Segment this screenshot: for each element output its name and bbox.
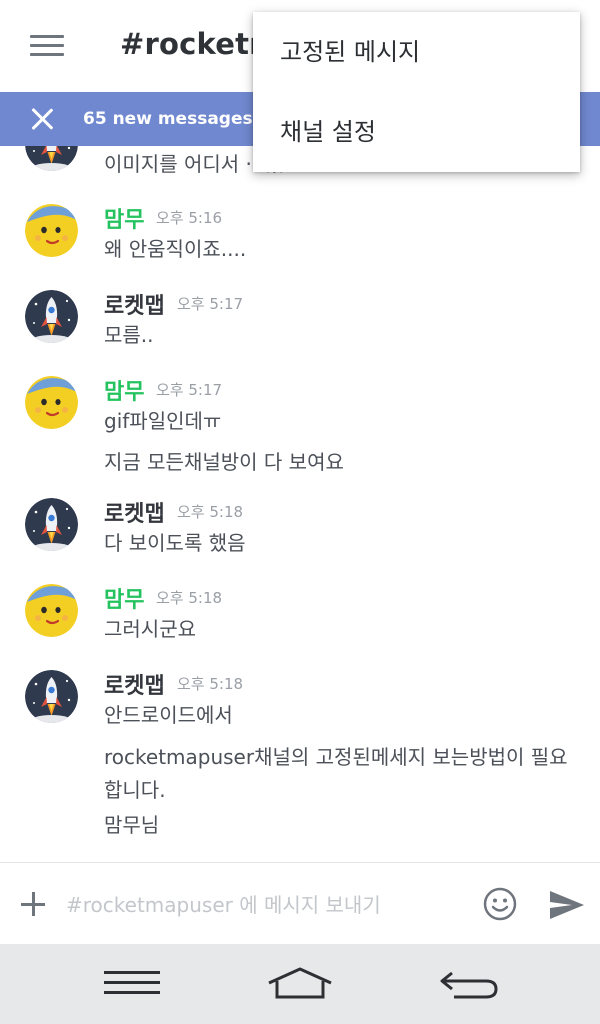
message-input[interactable] bbox=[66, 887, 466, 923]
message-time: 오후 5:17 bbox=[177, 295, 244, 313]
author-name[interactable]: 로켓맵 bbox=[104, 288, 165, 320]
overflow-menu: 고정된 메시지 채널 설정 bbox=[253, 12, 580, 172]
menu-icon[interactable] bbox=[30, 33, 64, 59]
rocket-avatar[interactable] bbox=[25, 146, 78, 171]
plus-icon[interactable] bbox=[21, 892, 45, 916]
message-time: 오후 5:18 bbox=[177, 675, 244, 693]
message-text: 모름.. bbox=[104, 323, 154, 347]
message-text: 맘무님 bbox=[104, 813, 160, 837]
menu-item-pinned-messages[interactable]: 고정된 메시지 bbox=[253, 12, 580, 92]
message-text: 안드로이드에서 bbox=[104, 703, 233, 727]
rocket-avatar[interactable] bbox=[25, 498, 78, 551]
yellow-face-avatar[interactable] bbox=[25, 376, 78, 429]
emoji-icon[interactable] bbox=[483, 887, 517, 921]
message-time: 오후 5:18 bbox=[156, 589, 223, 607]
yellow-face-avatar[interactable] bbox=[25, 204, 78, 257]
rocket-avatar[interactable] bbox=[25, 290, 78, 343]
nav-menu-icon[interactable] bbox=[104, 968, 160, 998]
message-text: rocketmapuser채널의 고정된메세지 보는방법이 필요합니다. bbox=[104, 745, 568, 802]
message-text: gif파일인데ㅠ bbox=[104, 409, 222, 433]
send-icon[interactable] bbox=[548, 888, 586, 922]
message-text: 왜 안움직이죠.... bbox=[104, 237, 247, 261]
message-text: 그러시군요 bbox=[104, 617, 196, 641]
message-time: 오후 5:18 bbox=[177, 503, 244, 521]
message-text: 지금 모든채널방이 다 보여요 bbox=[104, 450, 344, 474]
message-text: 다 보이도록 했음 bbox=[104, 531, 246, 555]
message-time: 오후 5:17 bbox=[156, 381, 223, 399]
message-list[interactable]: 이미지를 어디서 ·· 했 ·· 맘무 오후 5:16 왜 안움직이죠.... … bbox=[0, 146, 600, 862]
close-icon[interactable] bbox=[28, 105, 56, 133]
author-name[interactable]: 로켓맵 bbox=[104, 668, 165, 700]
author-name[interactable]: 로켓맵 bbox=[104, 496, 165, 528]
rocket-avatar[interactable] bbox=[25, 670, 78, 723]
system-nav-bar bbox=[0, 944, 600, 1024]
nav-home-icon[interactable] bbox=[266, 966, 334, 1002]
author-name[interactable]: 맘무 bbox=[104, 202, 144, 234]
author-name[interactable]: 맘무 bbox=[104, 374, 144, 406]
nav-back-icon[interactable] bbox=[438, 966, 500, 1002]
message-time: 오후 5:16 bbox=[156, 209, 223, 227]
menu-item-channel-settings[interactable]: 채널 설정 bbox=[253, 92, 580, 172]
author-name[interactable]: 맘무 bbox=[104, 582, 144, 614]
yellow-face-avatar[interactable] bbox=[25, 584, 78, 637]
